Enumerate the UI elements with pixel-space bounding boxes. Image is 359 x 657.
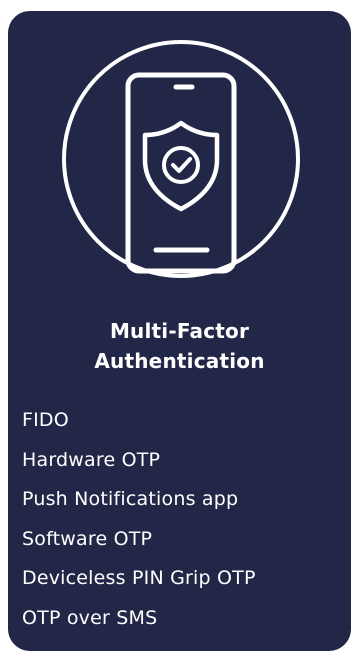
card-title: Multi-Factor Authentication: [8, 316, 351, 376]
mfa-card: Multi-Factor Authentication FIDO Hardwar…: [8, 11, 351, 651]
feature-item-fido: FIDO: [22, 409, 69, 431]
feature-item-hardware-otp: Hardware OTP: [22, 448, 161, 471]
card-title-line1: Multi-Factor: [109, 319, 250, 343]
card-title-line2: Authentication: [94, 349, 265, 373]
feature-item-otp-sms: OTP over SMS: [22, 606, 158, 629]
feature-item-software-otp: Software OTP: [22, 527, 153, 550]
feature-item-deviceless-pin: Deviceless PIN Grip OTP: [22, 567, 256, 589]
feature-list: FIDO Hardware OTP Push Notifications app…: [22, 401, 256, 638]
phone-shield-check-icon: [59, 37, 303, 281]
feature-item-push-notifications: Push Notifications app: [22, 488, 239, 510]
